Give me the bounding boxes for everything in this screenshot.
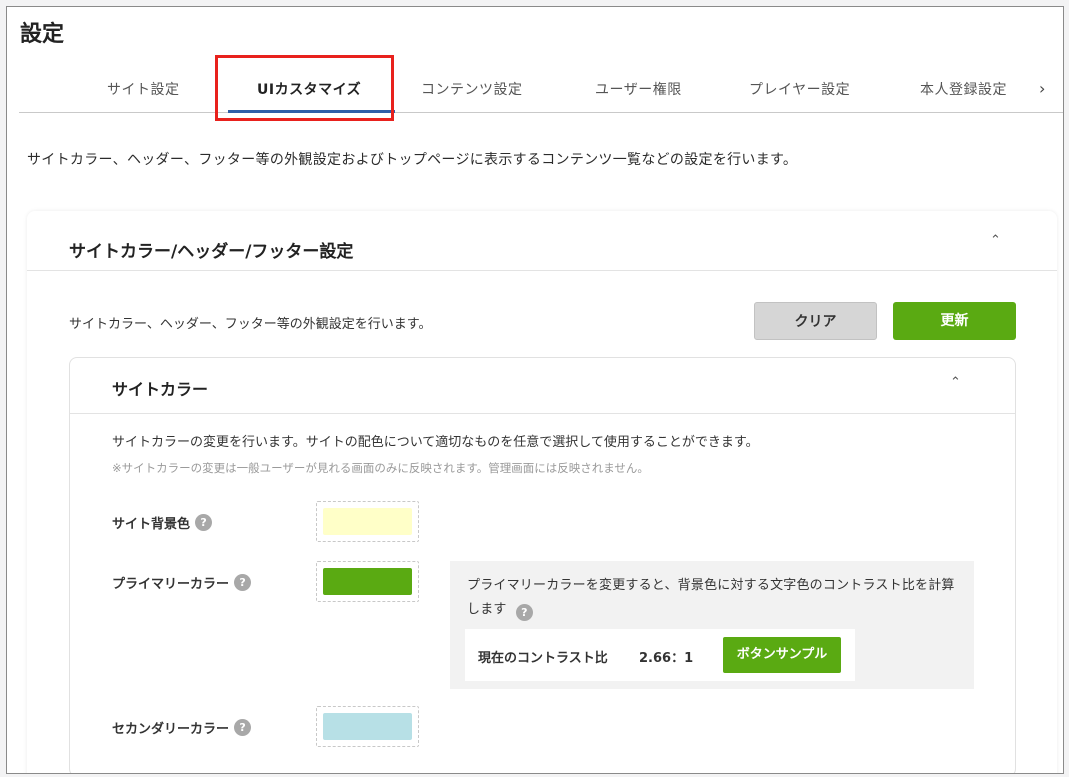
primary-color-label-text: プライマリーカラー [112,577,230,592]
background-color-swatch[interactable] [323,508,412,535]
site-color-description: サイトカラーの変更を行います。サイトの配色について適切なものを任意で選択して使用… [112,435,759,450]
page-description: サイトカラー、ヘッダー、フッター等の外観設定およびトップページに表示するコンテン… [27,152,798,168]
background-color-label: サイト背景色 ? [112,513,213,532]
background-color-picker[interactable] [316,501,419,542]
contrast-ratio-value: 2.66：1 [639,651,694,666]
tab-user-permissions[interactable]: ユーザー権限 [595,79,682,99]
primary-color-label: プライマリーカラー ? [112,573,252,592]
tab-identity-registration[interactable]: 本人登録設定 [920,79,1007,99]
chevron-up-icon[interactable]: ⌃ [950,375,961,390]
secondary-color-picker[interactable] [316,706,419,747]
settings-tabs: サイト設定 UIカスタマイズ コンテンツ設定 ユーザー権限 プレイヤー設定 本人… [19,69,1063,113]
background-color-label-text: サイト背景色 [112,517,191,532]
contrast-info-box: プライマリーカラーを変更すると、背景色に対する文字色のコントラスト比を計算します… [450,561,974,689]
site-color-header[interactable]: サイトカラー ⌃ [70,358,1015,414]
secondary-color-label: セカンダリーカラー ? [112,718,252,737]
help-icon[interactable]: ? [515,604,533,621]
contrast-info-text-label: プライマリーカラーを変更すると、背景色に対する文字色のコントラスト比を計算します [467,578,955,617]
contrast-info-text: プライマリーカラーを変更すると、背景色に対する文字色のコントラスト比を計算します… [467,574,967,622]
tab-site-settings[interactable]: サイト設定 [107,79,180,99]
secondary-color-label-text: セカンダリーカラー [112,722,230,737]
appearance-settings-panel: サイトカラー/ヘッダー/フッター設定 ⌃ サイトカラー、ヘッダー、フッター等の外… [27,211,1057,773]
page-title: 設定 [20,22,65,47]
tab-highlight-annotation [215,55,394,121]
help-icon[interactable]: ? [234,719,252,736]
update-button[interactable]: 更新 [893,302,1016,340]
panel-description: サイトカラー、ヘッダー、フッター等の外観設定を行います。 [69,317,432,332]
primary-color-picker[interactable] [316,561,419,602]
clear-button[interactable]: クリア [754,302,877,340]
chevron-up-icon[interactable]: ⌃ [990,233,1001,248]
help-icon[interactable]: ? [234,574,252,591]
page-header: 設定 サイト設定 UIカスタマイズ コンテンツ設定 ユーザー権限 プレイヤー設定… [7,7,1063,121]
sample-button: ボタンサンプル [723,637,841,673]
site-color-section: サイトカラー ⌃ サイトカラーの変更を行います。サイトの配色について適切なものを… [69,357,1016,773]
primary-color-swatch[interactable] [323,568,412,595]
tab-content-settings[interactable]: コンテンツ設定 [421,79,523,99]
settings-window: 設定 サイト設定 UIカスタマイズ コンテンツ設定 ユーザー権限 プレイヤー設定… [6,6,1064,774]
site-color-note: ※サイトカラーの変更は一般ユーザーが見れる画面のみに反映されます。管理画面には反… [112,461,649,475]
tab-player-settings[interactable]: プレイヤー設定 [749,79,850,99]
site-color-title: サイトカラー [112,380,209,399]
panel-title: サイトカラー/ヘッダー/フッター設定 [69,242,354,262]
help-icon[interactable]: ? [195,514,213,531]
panel-header[interactable]: サイトカラー/ヘッダー/フッター設定 ⌃ [27,211,1057,271]
contrast-ratio-label: 現在のコントラスト比 [478,651,608,666]
contrast-result: 現在のコントラスト比 2.66：1 ボタンサンプル [465,629,855,681]
chevron-right-icon[interactable]: › [1039,79,1045,98]
secondary-color-swatch[interactable] [323,713,412,740]
